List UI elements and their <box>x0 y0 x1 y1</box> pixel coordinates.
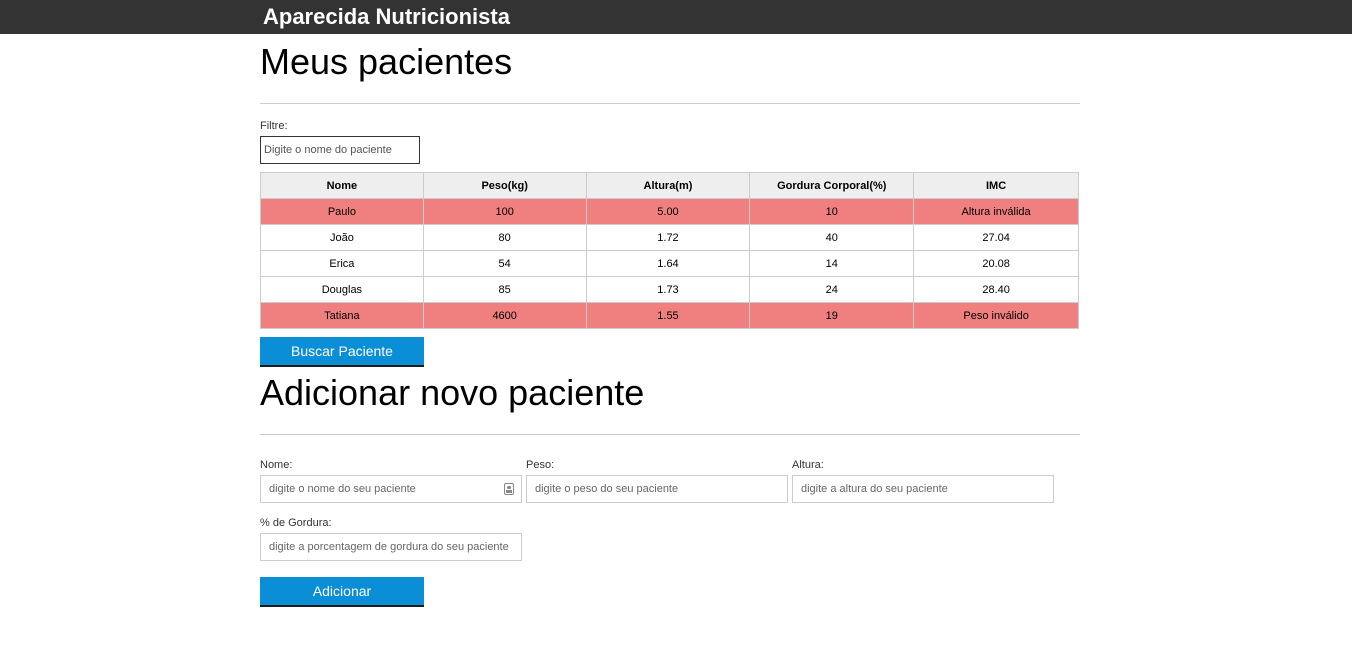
nome-field-group: Nome: <box>260 459 522 503</box>
divider <box>260 103 1080 104</box>
peso-input[interactable] <box>526 475 788 503</box>
cell-imc: Altura inválida <box>913 198 1079 225</box>
table-row[interactable]: Tatiana 4600 1.55 19 Peso inválido <box>260 302 1079 329</box>
cell-peso: 54 <box>422 250 587 277</box>
column-header-nome: Nome <box>260 172 424 199</box>
cell-altura: 1.72 <box>585 224 751 251</box>
filter-input[interactable] <box>260 136 420 164</box>
add-patient-section: Adicionar novo paciente Nome: Peso: <box>260 373 1080 607</box>
cell-gordura: 40 <box>749 224 915 251</box>
altura-input[interactable] <box>792 475 1054 503</box>
cell-nome: Tatiana <box>260 302 424 329</box>
altura-input-wrap <box>792 475 1054 503</box>
patients-table: Nome Peso(kg) Altura(m) Gordura Corporal… <box>260 172 1079 329</box>
cell-peso: 80 <box>422 224 587 251</box>
nome-label: Nome: <box>260 459 293 471</box>
form-row: % de Gordura: <box>260 517 1080 561</box>
column-header-peso: Peso(kg) <box>422 172 587 199</box>
peso-label: Peso: <box>526 459 555 471</box>
altura-field-group: Altura: <box>792 459 1054 503</box>
page-title: Meus pacientes <box>260 41 513 82</box>
table-body: Paulo 100 5.00 10 Altura inválida João 8… <box>260 198 1079 329</box>
altura-label: Altura: <box>792 459 824 471</box>
cell-nome: João <box>260 224 424 251</box>
cell-altura: 5.00 <box>585 198 751 225</box>
cell-nome: Erica <box>260 250 424 277</box>
table-row[interactable]: Erica 54 1.64 14 20.08 <box>260 250 1079 277</box>
peso-field-group: Peso: <box>526 459 788 503</box>
table-row[interactable]: Douglas 85 1.73 24 28.40 <box>260 276 1079 303</box>
add-patient-button[interactable]: Adicionar <box>260 577 424 607</box>
column-header-imc: IMC <box>913 172 1079 199</box>
cell-imc: 27.04 <box>913 224 1079 251</box>
column-header-altura: Altura(m) <box>585 172 751 199</box>
table-row[interactable]: João 80 1.72 40 27.04 <box>260 224 1079 251</box>
table-row[interactable]: Paulo 100 5.00 10 Altura inválida <box>260 198 1079 225</box>
cell-peso: 100 <box>422 198 587 225</box>
gordura-field-group: % de Gordura: <box>260 517 522 561</box>
main-container: Meus pacientes Filtre: Nome Peso(kg) Alt… <box>260 42 1080 607</box>
add-patient-form: Nome: Peso: Altura: <box>260 459 1080 607</box>
cell-altura: 1.73 <box>585 276 751 303</box>
gordura-label: % de Gordura: <box>260 517 332 529</box>
add-patient-title: Adicionar novo paciente <box>260 372 645 413</box>
cell-imc: 20.08 <box>913 250 1079 277</box>
search-patient-button[interactable]: Buscar Paciente <box>260 337 424 367</box>
cell-peso: 85 <box>422 276 587 303</box>
form-row: Nome: Peso: Altura: <box>260 459 1080 503</box>
divider <box>260 434 1080 435</box>
column-header-gordura: Gordura Corporal(%) <box>749 172 915 199</box>
top-bar: Aparecida Nutricionista <box>0 0 1352 34</box>
table-header: Nome Peso(kg) Altura(m) Gordura Corporal… <box>260 172 1079 199</box>
gordura-input-wrap <box>260 533 522 561</box>
cell-gordura: 19 <box>749 302 915 329</box>
cell-altura: 1.64 <box>585 250 751 277</box>
app-title: Aparecida Nutricionista <box>263 4 510 29</box>
filter-label: Filtre: <box>260 120 288 132</box>
table-header-row: Nome Peso(kg) Altura(m) Gordura Corporal… <box>260 172 1079 199</box>
patients-section: Meus pacientes Filtre: Nome Peso(kg) Alt… <box>260 42 1080 367</box>
nome-input-wrap <box>260 475 522 503</box>
cell-peso: 4600 <box>422 302 587 329</box>
contact-card-icon[interactable] <box>504 483 514 495</box>
cell-imc: Peso inválido <box>913 302 1079 329</box>
cell-imc: 28.40 <box>913 276 1079 303</box>
peso-input-wrap <box>526 475 788 503</box>
cell-gordura: 10 <box>749 198 915 225</box>
nome-input[interactable] <box>260 475 522 503</box>
cell-nome: Paulo <box>260 198 424 225</box>
cell-altura: 1.55 <box>585 302 751 329</box>
gordura-input[interactable] <box>260 533 522 561</box>
cell-gordura: 14 <box>749 250 915 277</box>
cell-gordura: 24 <box>749 276 915 303</box>
cell-nome: Douglas <box>260 276 424 303</box>
